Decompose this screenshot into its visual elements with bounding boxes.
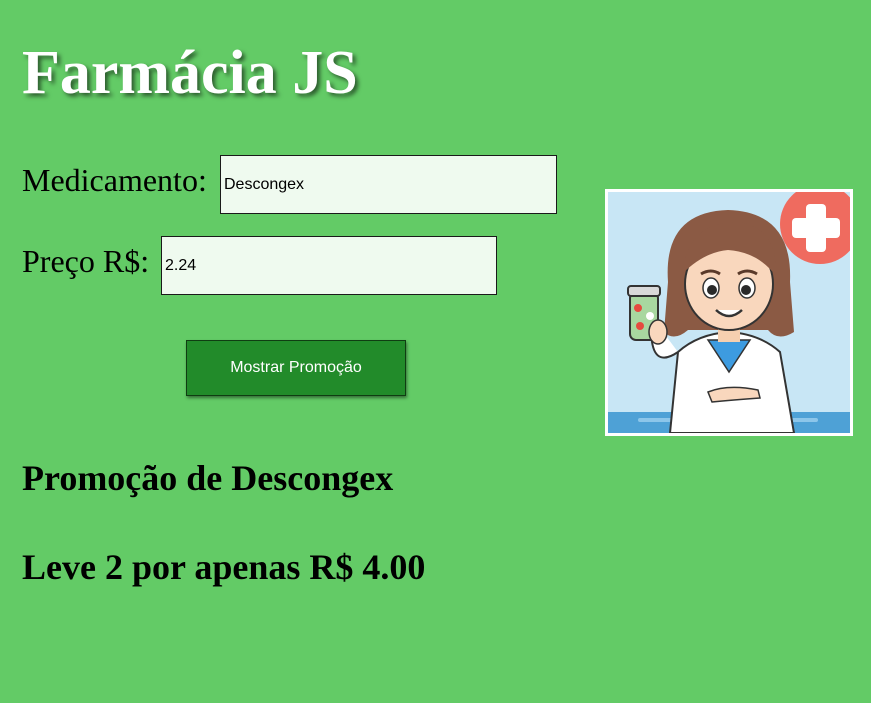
preco-label: Preço R$: — [22, 243, 150, 279]
pharmacist-illustration — [605, 189, 853, 436]
promotion-title: Promoção de Descongex — [22, 458, 394, 498]
mostrar-promocao-button[interactable]: Mostrar Promoção — [186, 340, 406, 396]
medicamento-label: Medicamento: — [22, 162, 207, 198]
promotion-offer: Leve 2 por apenas R$ 4.00 — [22, 547, 426, 587]
page-title: Farmácia JS — [22, 39, 358, 107]
medicamento-input[interactable] — [220, 155, 557, 214]
preco-input[interactable] — [161, 236, 497, 295]
